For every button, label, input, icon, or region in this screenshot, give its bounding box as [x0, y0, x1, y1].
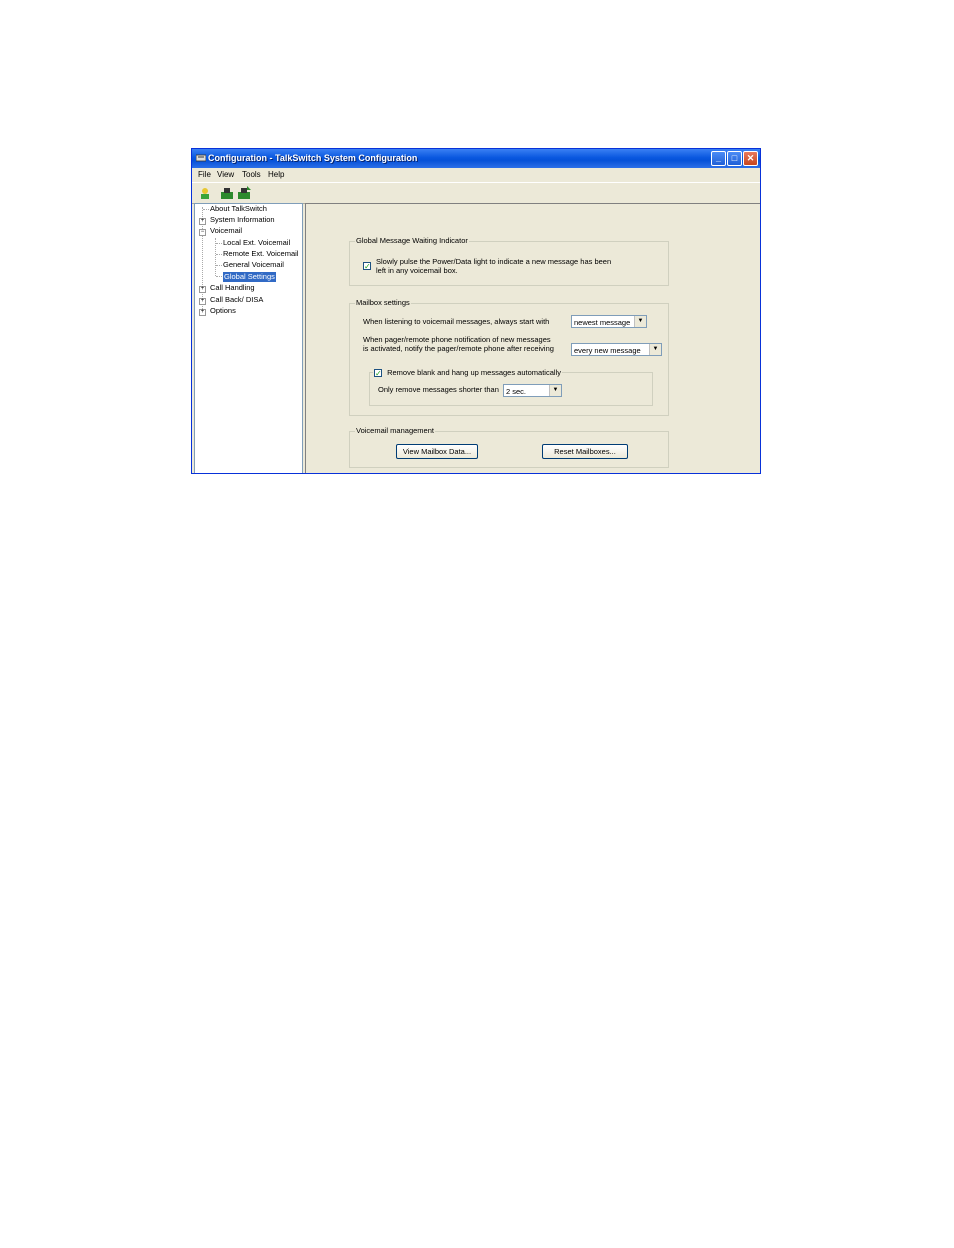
notify-label-line1: When pager/remote phone notification of … [363, 335, 551, 344]
mailbox-settings-group: Mailbox settings When listening to voice… [349, 298, 669, 416]
tree-item-options[interactable]: Options [210, 306, 236, 316]
mailbox-settings-title: Mailbox settings [355, 298, 411, 307]
notify-after-value: every new message [574, 346, 641, 355]
shorter-than-value: 2 sec. [506, 387, 527, 396]
remove-blank-header: ✓ Remove blank and hang up messages auto… [373, 368, 562, 378]
maximize-button[interactable]: □ [727, 151, 742, 166]
start-with-value: newest message [574, 318, 631, 327]
reset-mailboxes-button[interactable]: Reset Mailboxes... [542, 444, 628, 459]
expand-call-back-disa[interactable]: + [199, 298, 206, 305]
start-with-select[interactable]: newest message ▼ [571, 315, 647, 328]
collapse-voicemail[interactable]: − [199, 229, 206, 236]
pulse-light-checkbox[interactable]: ✓ [363, 262, 371, 271]
voicemail-management-group: Voicemail management View Mailbox Data..… [349, 426, 669, 468]
pulse-light-label-line1: Slowly pulse the Power/Data light to ind… [376, 257, 612, 266]
tree-item-remote-ext-voicemail[interactable]: Remote Ext. Voicemail [223, 249, 298, 259]
voicemail-management-title: Voicemail management [355, 426, 435, 435]
remove-blank-checkbox[interactable]: ✓ [374, 369, 382, 378]
tree-item-call-back-disa[interactable]: Call Back/ DISA [210, 295, 263, 305]
config-window: Configuration - TalkSwitch System Config… [191, 148, 761, 474]
tree-item-local-ext-voicemail[interactable]: Local Ext. Voicemail [223, 238, 290, 248]
start-with-label: When listening to voicemail messages, al… [363, 317, 550, 326]
close-button[interactable]: ✕ [743, 151, 758, 166]
window-title: Configuration - TalkSwitch System Config… [208, 153, 418, 163]
app-icon [196, 154, 206, 162]
tree-item-system-information[interactable]: System Information [210, 215, 275, 225]
view-mailbox-data-button[interactable]: View Mailbox Data... [396, 444, 478, 459]
notify-label-line2: is activated, notify the pager/remote ph… [363, 344, 554, 353]
new-config-icon[interactable] [198, 186, 212, 200]
shorter-than-label: Only remove messages shorter than [378, 385, 499, 394]
pulse-light-label-line2: left in any voicemail box. [376, 266, 458, 275]
gmwi-group: Global Message Waiting Indicator ✓ Slowl… [349, 236, 669, 286]
expand-system-information[interactable]: + [199, 218, 206, 225]
expand-options[interactable]: + [199, 309, 206, 316]
chevron-down-icon[interactable]: ▼ [634, 316, 646, 327]
menu-file[interactable]: File [198, 170, 211, 179]
minimize-button[interactable]: _ [711, 151, 726, 166]
chevron-down-icon[interactable]: ▼ [649, 344, 661, 355]
chevron-down-icon[interactable]: ▼ [549, 385, 561, 396]
settings-panel: Global Message Waiting Indicator ✓ Slowl… [305, 203, 760, 473]
menu-help[interactable]: Help [268, 170, 284, 179]
tree-item-general-voicemail[interactable]: General Voicemail [223, 260, 284, 270]
tree-item-global-settings[interactable]: Global Settings [223, 272, 276, 282]
menu-bar: File View Tools Help [192, 168, 760, 182]
tree-item-about[interactable]: About TalkSwitch [210, 204, 267, 214]
gmwi-title: Global Message Waiting Indicator [355, 236, 469, 245]
toolbar [192, 182, 760, 204]
notify-after-select[interactable]: every new message ▼ [571, 343, 662, 356]
tree-item-voicemail[interactable]: Voicemail [210, 226, 242, 236]
expand-call-handling[interactable]: + [199, 286, 206, 293]
navigation-tree: About TalkSwitch + System Information − … [194, 203, 303, 473]
shorter-than-select[interactable]: 2 sec. ▼ [503, 384, 562, 397]
title-bar[interactable]: Configuration - TalkSwitch System Config… [192, 149, 760, 168]
remove-blank-label: Remove blank and hang up messages automa… [387, 368, 561, 377]
remove-blank-group: ✓ Remove blank and hang up messages auto… [369, 368, 653, 406]
download-config-icon[interactable] [220, 186, 234, 200]
upload-config-icon[interactable] [237, 186, 251, 200]
menu-tools[interactable]: Tools [242, 170, 261, 179]
tree-item-call-handling[interactable]: Call Handling [210, 283, 255, 293]
menu-view[interactable]: View [217, 170, 234, 179]
